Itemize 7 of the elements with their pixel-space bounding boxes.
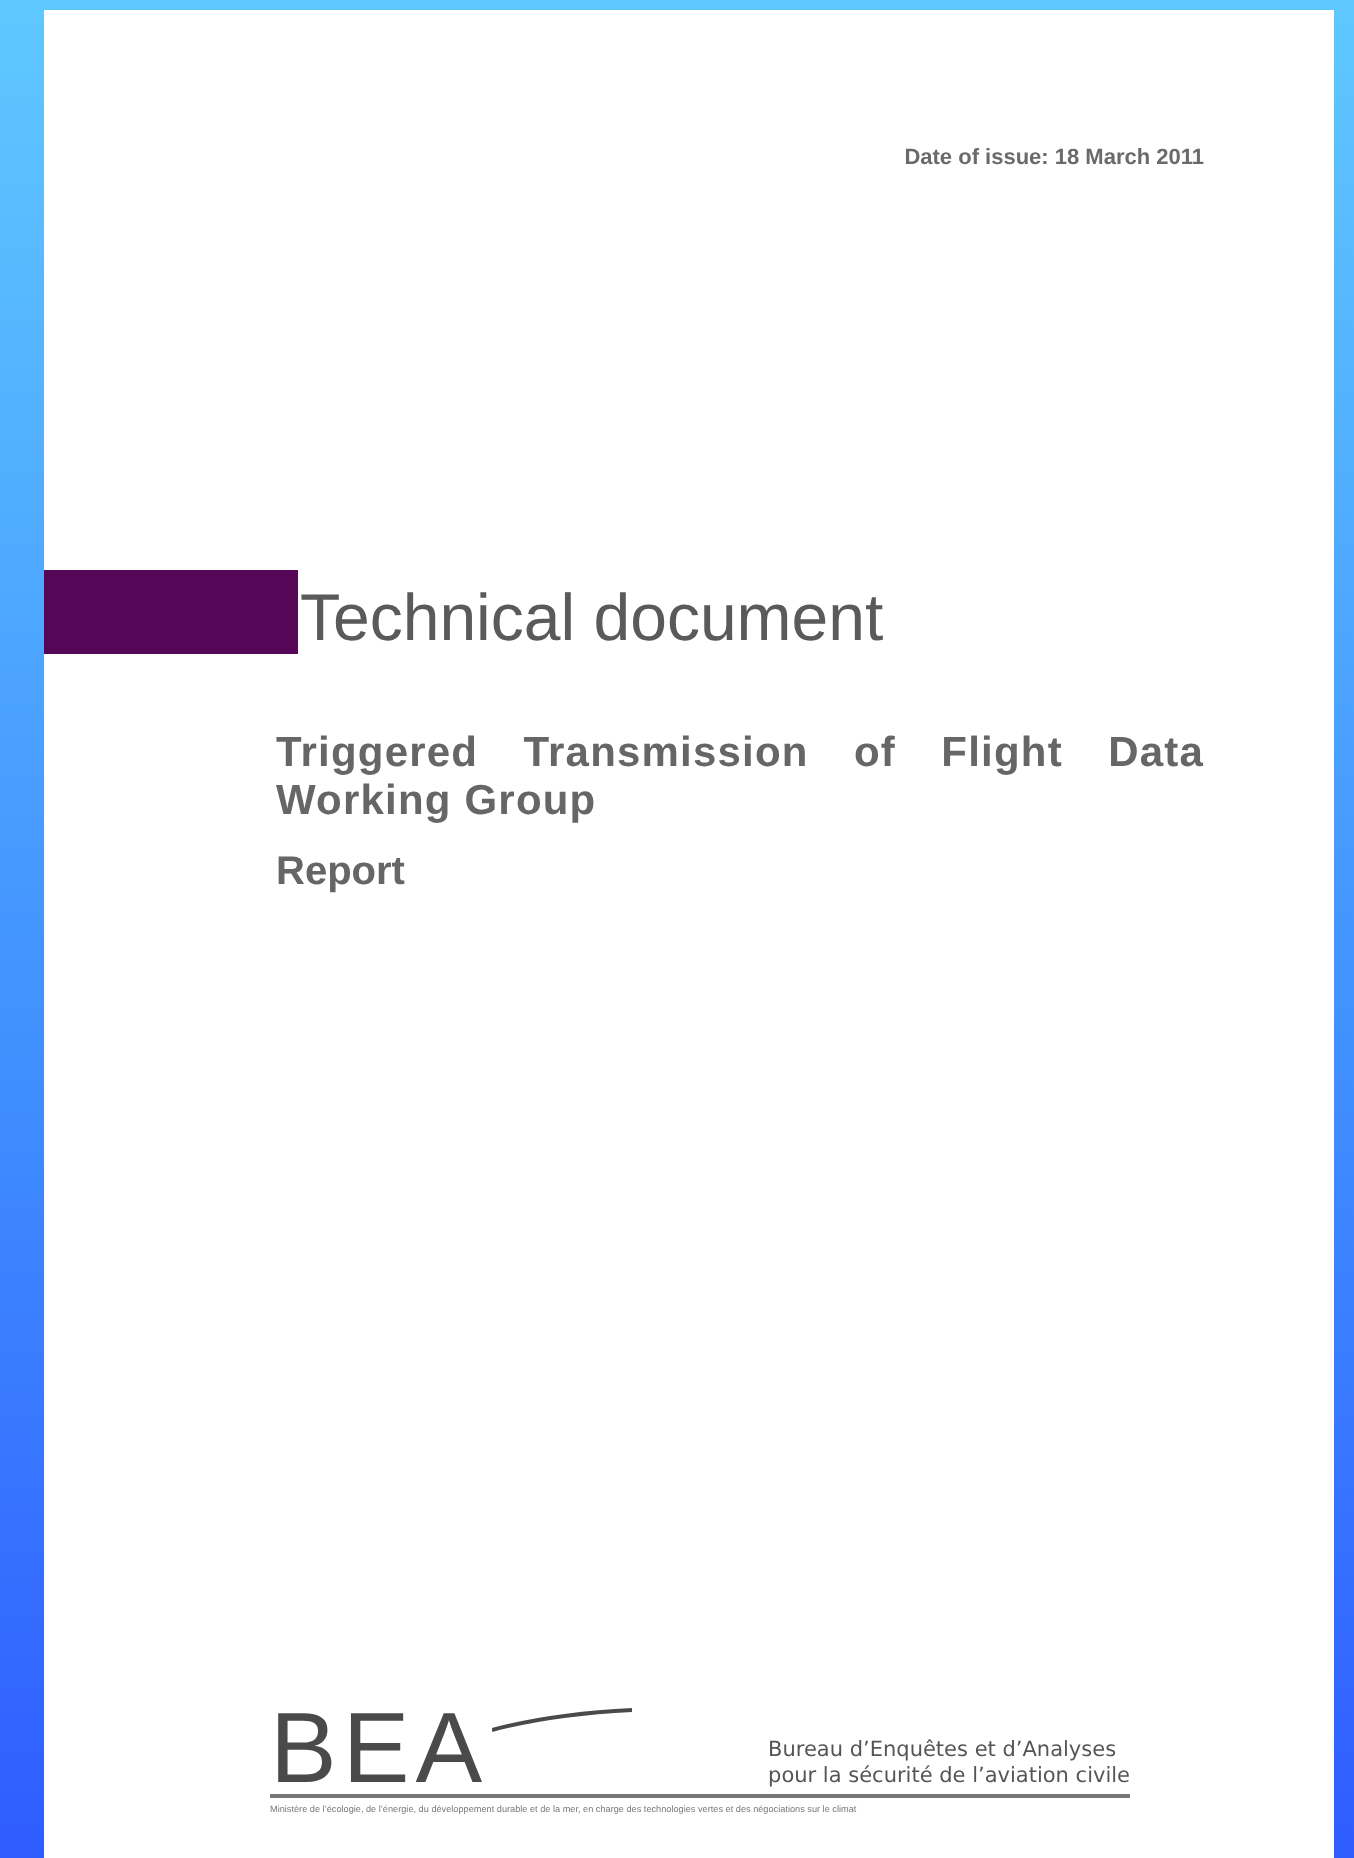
logo-text: BEA xyxy=(270,1705,489,1790)
document-subtitle: Report xyxy=(276,850,407,897)
agency-name: Bureau d’Enquêtes et d’Analyses pour la sécurité de l’aviation civile xyxy=(768,1737,1130,1790)
document-category: Technical document xyxy=(300,584,884,654)
date-of-issue: Date of issue: 18 March 2011 xyxy=(904,146,1204,170)
document-title: Triggered Transmission of Flight Data Working Group xyxy=(276,730,1204,827)
swoosh-icon xyxy=(492,1706,633,1734)
